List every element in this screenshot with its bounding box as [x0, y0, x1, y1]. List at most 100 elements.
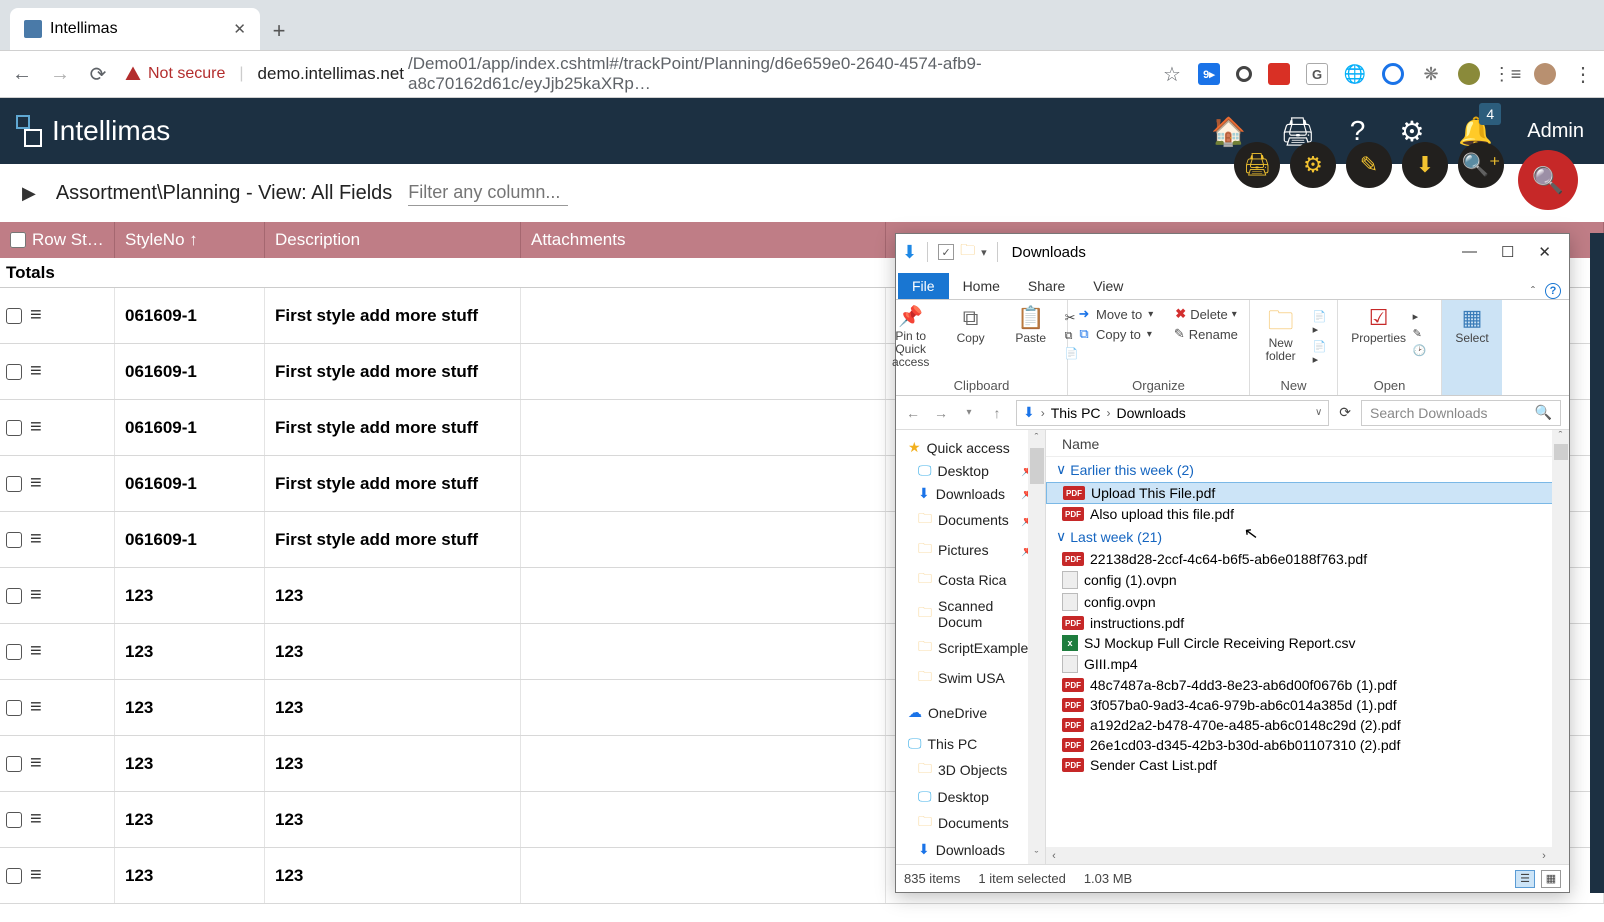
file-item[interactable]: PDFAlso upload this file.pdf: [1046, 504, 1569, 524]
row-menu-icon[interactable]: ≡: [30, 696, 42, 719]
extension-list-icon[interactable]: ⋮≡: [1496, 63, 1518, 85]
back-button[interactable]: ←: [10, 63, 34, 86]
file-item[interactable]: config (1).ovpn: [1046, 569, 1569, 591]
paste-button[interactable]: 📋Paste: [1005, 306, 1057, 345]
new-item-icon[interactable]: 📄▸: [1313, 310, 1331, 336]
extension-blue-circle-icon[interactable]: [1382, 63, 1404, 85]
side-desktop2[interactable]: 🖵Desktop: [904, 785, 1045, 808]
security-indicator[interactable]: Not secure: [124, 65, 225, 83]
file-item[interactable]: PDFSender Cast List.pdf: [1046, 755, 1569, 775]
refresh-button[interactable]: ⟳: [1339, 404, 1351, 421]
row-checkbox[interactable]: [6, 308, 22, 324]
sidebar-scrollbar[interactable]: ˆˇ: [1028, 430, 1045, 864]
extension-g-icon[interactable]: G: [1306, 63, 1328, 85]
list-header[interactable]: Name: [1046, 434, 1569, 457]
copy-button[interactable]: ⧉Copy: [945, 306, 997, 345]
cell-attachments[interactable]: [521, 568, 886, 623]
side-this-pc[interactable]: 🖵This PC: [904, 732, 1045, 755]
tab-file[interactable]: File: [898, 273, 949, 299]
details-view-button[interactable]: ☰: [1515, 870, 1535, 888]
tab-home[interactable]: Home: [949, 273, 1014, 299]
side-costa-rica[interactable]: 🗀Costa Rica: [904, 565, 1045, 595]
breadcrumb-bar[interactable]: ⬇ › This PC › Downloads ∨: [1016, 400, 1329, 426]
forward-button[interactable]: →: [48, 63, 72, 86]
row-checkbox[interactable]: [6, 476, 22, 492]
minimize-button[interactable]: —: [1462, 243, 1477, 261]
cell-attachments[interactable]: [521, 344, 886, 399]
help-icon[interactable]: ?: [1545, 283, 1561, 299]
file-item[interactable]: PDF48c7487a-8cb7-4dd3-8e23-ab6d00f0676b …: [1046, 675, 1569, 695]
icons-view-button[interactable]: ▦: [1541, 870, 1561, 888]
list-h-scrollbar[interactable]: ‹›: [1046, 847, 1552, 864]
download-button[interactable]: ⬇: [1402, 142, 1448, 188]
cell-attachments[interactable]: [521, 456, 886, 511]
row-checkbox[interactable]: [6, 700, 22, 716]
file-item[interactable]: config.ovpn: [1046, 591, 1569, 613]
row-menu-icon[interactable]: ≡: [30, 416, 42, 439]
crumb-dropdown-icon[interactable]: ∨: [1315, 407, 1322, 418]
nav-forward-button[interactable]: →: [932, 405, 950, 421]
side-documents2[interactable]: 🗀Documents: [904, 808, 1045, 838]
file-item[interactable]: PDF26e1cd03-d345-42b3-b30d-ab6b01107310 …: [1046, 735, 1569, 755]
history-icon[interactable]: 🕑: [1413, 344, 1427, 357]
profile-avatar[interactable]: [1534, 63, 1556, 85]
row-checkbox[interactable]: [6, 420, 22, 436]
nav-up-button[interactable]: ↑: [988, 405, 1006, 421]
side-downloads[interactable]: ⬇Downloads📌: [904, 482, 1045, 505]
address-bar[interactable]: demo.intellimas.net/Demo01/app/index.csh…: [258, 54, 1146, 94]
file-item[interactable]: PDFUpload This File.pdf: [1046, 482, 1569, 504]
expand-sidebar-button[interactable]: ▶: [22, 183, 36, 204]
cell-attachments[interactable]: [521, 512, 886, 567]
browser-tab[interactable]: Intellimas ✕: [10, 8, 260, 50]
extension-olive-icon[interactable]: [1458, 63, 1480, 85]
nav-history-dropdown[interactable]: ▾: [960, 407, 978, 418]
reload-button[interactable]: ⟳: [86, 62, 110, 87]
side-3d-objects[interactable]: 🗀3D Objects: [904, 755, 1045, 785]
cell-attachments[interactable]: [521, 680, 886, 735]
row-menu-icon[interactable]: ≡: [30, 584, 42, 607]
new-tab-button[interactable]: +: [260, 12, 298, 50]
side-script[interactable]: 🗀ScriptExample: [904, 633, 1045, 663]
row-checkbox[interactable]: [6, 868, 22, 884]
qat-folder-icon[interactable]: 🗀: [960, 240, 975, 265]
select-button[interactable]: ▦Select: [1446, 306, 1498, 345]
row-checkbox[interactable]: [6, 364, 22, 380]
cell-attachments[interactable]: [521, 792, 886, 847]
crumb-downloads[interactable]: Downloads: [1117, 405, 1186, 421]
group-last-week[interactable]: ∨Last week (21): [1046, 524, 1569, 549]
file-item[interactable]: PDFinstructions.pdf: [1046, 613, 1569, 633]
cell-attachments[interactable]: [521, 736, 886, 791]
edit-icon[interactable]: ✎: [1413, 327, 1427, 340]
row-checkbox[interactable]: [6, 812, 22, 828]
side-pictures[interactable]: 🗀Pictures📌: [904, 535, 1045, 565]
move-to-button[interactable]: ➜Move to▾ ✖Delete▾: [1076, 306, 1237, 322]
file-item[interactable]: GIII.mp4: [1046, 653, 1569, 675]
close-button[interactable]: ✕: [1538, 243, 1551, 261]
side-quick-access[interactable]: ★Quick access: [904, 436, 1045, 459]
print-button[interactable]: 🖨: [1234, 142, 1280, 188]
row-menu-icon[interactable]: ≡: [30, 528, 42, 551]
row-checkbox[interactable]: [6, 756, 22, 772]
configure-button[interactable]: ⚙: [1290, 142, 1336, 188]
file-item[interactable]: PDF3f057ba0-9ad3-4ca6-979b-ab6c014a385d …: [1046, 695, 1569, 715]
cell-attachments[interactable]: [521, 288, 886, 343]
open-icon[interactable]: ▸: [1413, 310, 1427, 323]
extension-red-icon[interactable]: [1268, 63, 1290, 85]
new-folder-button[interactable]: 🗀New folder: [1257, 306, 1305, 363]
filter-input[interactable]: [408, 180, 568, 206]
close-tab-icon[interactable]: ✕: [233, 20, 246, 38]
side-desktop[interactable]: 🖵Desktop📌: [904, 459, 1045, 482]
extension-translate-icon[interactable]: 9▸: [1198, 63, 1220, 85]
user-label[interactable]: Admin: [1527, 120, 1584, 143]
row-menu-icon[interactable]: ≡: [30, 304, 42, 327]
pin-quick-access-button[interactable]: 📌Pin to Quick access: [885, 306, 937, 370]
file-item[interactable]: PDF22138d28-2ccf-4c64-b6f5-ab6e0188f763.…: [1046, 549, 1569, 569]
row-checkbox[interactable]: [6, 644, 22, 660]
properties-button[interactable]: ☑Properties: [1353, 306, 1405, 345]
qat-dropdown-icon[interactable]: ▾: [981, 246, 987, 259]
tab-share[interactable]: Share: [1014, 273, 1079, 299]
search-fab[interactable]: 🔍: [1518, 150, 1578, 210]
list-scrollbar[interactable]: ˆ: [1552, 430, 1569, 864]
side-downloads2[interactable]: ⬇Downloads: [904, 838, 1045, 861]
select-all-checkbox[interactable]: [10, 232, 26, 248]
